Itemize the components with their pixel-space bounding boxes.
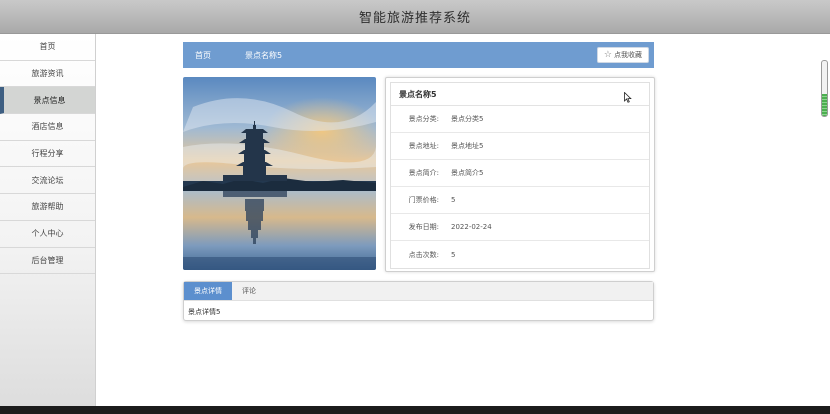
- sidebar-item-home[interactable]: 首页: [0, 34, 95, 61]
- tab-comments[interactable]: 评论: [232, 282, 266, 300]
- mouse-cursor-icon: [624, 92, 632, 103]
- info-label: 发布日期:: [408, 223, 439, 231]
- sidebar: 首页 旅游资讯 景点信息 酒店信息 行程分享 交流论坛 旅游帮助 个人中心 后台…: [0, 34, 96, 414]
- sidebar-item-label: 行程分享: [31, 149, 64, 159]
- info-table: 景点名称5 景点分类: 景点分类5 景点地址: 景点地址5 景点简介: 景点简介5 门…: [390, 82, 650, 269]
- sidebar-item-label: 首页: [39, 42, 56, 52]
- info-row-publish-date: 发布日期: 2022-02-24: [391, 214, 649, 241]
- info-label: 景点简介:: [408, 169, 439, 177]
- info-label: 点击次数:: [408, 250, 439, 259]
- scenic-spot-photo: [183, 77, 376, 270]
- sidebar-item-label: 旅游帮助: [31, 202, 64, 212]
- info-row-click-count: 点击次数: 5: [391, 241, 649, 268]
- info-row-ticket-price: 门票价格: 5: [391, 187, 649, 214]
- star-outline-icon: ☆: [603, 50, 612, 60]
- sidebar-item-label: 后台管理: [31, 255, 64, 265]
- info-value: 景点简介5: [451, 169, 484, 177]
- sidebar-item-travel-news[interactable]: 旅游资讯: [0, 61, 95, 88]
- page-scrollbar[interactable]: [821, 60, 828, 117]
- detail-panel: 景点详情 评论 景点详情5: [183, 281, 654, 321]
- sidebar-item-label: 酒店信息: [31, 122, 64, 132]
- top-header: 智能旅游推荐系统: [0, 0, 830, 34]
- sidebar-item-admin[interactable]: 后台管理: [0, 248, 95, 275]
- breadcrumb: 首页 景点名称5 ☆ 点我收藏: [183, 42, 654, 68]
- breadcrumb-home[interactable]: 首页: [195, 50, 211, 61]
- info-value: 景点分类5: [451, 115, 484, 123]
- breadcrumb-current[interactable]: 景点名称5: [245, 50, 282, 61]
- info-value: 景点地址5: [451, 142, 484, 150]
- info-row-address: 景点地址: 景点地址5: [391, 133, 649, 160]
- scenic-spot-name: 景点名称5: [391, 83, 649, 106]
- pagoda-lake-image: [183, 77, 376, 270]
- sidebar-item-label: 景点信息: [33, 95, 66, 105]
- sidebar-item-label: 旅游资讯: [31, 69, 64, 79]
- info-value: 5: [451, 250, 456, 259]
- tab-scenic-details[interactable]: 景点详情: [184, 282, 232, 300]
- info-row-intro: 景点简介: 景点简介5: [391, 160, 649, 187]
- detail-content: 景点详情5: [188, 308, 221, 316]
- app-title: 智能旅游推荐系统: [358, 11, 471, 26]
- info-label: 景点分类:: [408, 115, 439, 123]
- sidebar-item-forum[interactable]: 交流论坛: [0, 167, 95, 195]
- info-value: 2022-02-24: [451, 223, 492, 231]
- sidebar-item-trip-sharing[interactable]: 行程分享: [0, 141, 95, 168]
- sidebar-item-label: 个人中心: [31, 229, 64, 239]
- screen-bottom-edge: [0, 406, 830, 414]
- info-label: 门票价格:: [408, 196, 439, 204]
- scrollbar-indicator: [822, 94, 827, 116]
- info-value: 5: [451, 196, 456, 204]
- scenic-spot-info-card: 景点名称5 景点分类: 景点分类5 景点地址: 景点地址5 景点简介: 景点简介5 门…: [385, 77, 655, 272]
- sidebar-item-hotels[interactable]: 酒店信息: [0, 114, 95, 141]
- info-label: 景点地址:: [408, 142, 439, 150]
- detail-tabs: 景点详情 评论: [184, 282, 653, 301]
- sidebar-item-travel-help[interactable]: 旅游帮助: [0, 194, 95, 221]
- sidebar-item-personal-center[interactable]: 个人中心: [0, 221, 95, 248]
- favorite-button[interactable]: ☆ 点我收藏: [596, 47, 649, 63]
- sidebar-item-scenic-spots[interactable]: 景点信息: [0, 87, 95, 115]
- info-row-category: 景点分类: 景点分类5: [391, 106, 649, 133]
- favorite-button-label: 点我收藏: [614, 51, 642, 59]
- sidebar-item-label: 交流论坛: [31, 175, 64, 185]
